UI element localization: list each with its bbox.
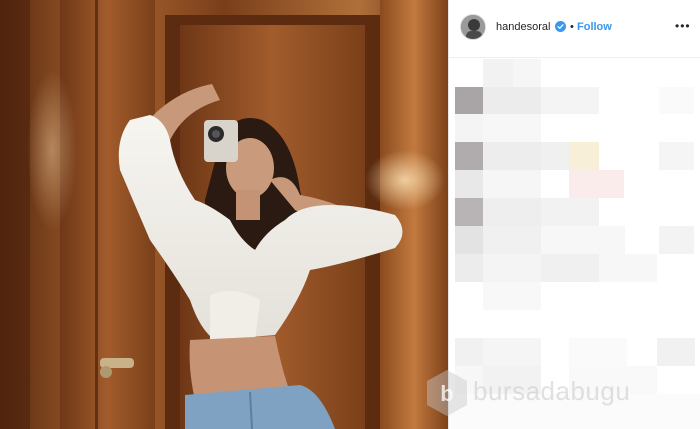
post-sidebar: handesoral • Follow •••	[449, 0, 700, 429]
post-header: handesoral • Follow •••	[449, 0, 700, 58]
more-options-icon[interactable]: •••	[675, 19, 691, 33]
watermark-text: bursadabugu	[473, 376, 631, 406]
verified-badge-icon	[555, 21, 566, 32]
photo-illustration	[0, 0, 448, 429]
follow-button[interactable]: Follow	[577, 21, 612, 33]
site-watermark: b bursadabugu	[425, 368, 665, 420]
username-link[interactable]: handesoral	[496, 21, 550, 33]
instagram-post-embed: handesoral • Follow ••• b bursadabugu	[0, 0, 700, 429]
avatar-photo	[461, 15, 485, 39]
post-photo[interactable]	[0, 0, 448, 429]
user-avatar[interactable]	[460, 14, 486, 40]
svg-text:b: b	[440, 381, 453, 406]
separator-dot: •	[570, 21, 574, 33]
watermark-logo-icon: b	[427, 370, 467, 416]
